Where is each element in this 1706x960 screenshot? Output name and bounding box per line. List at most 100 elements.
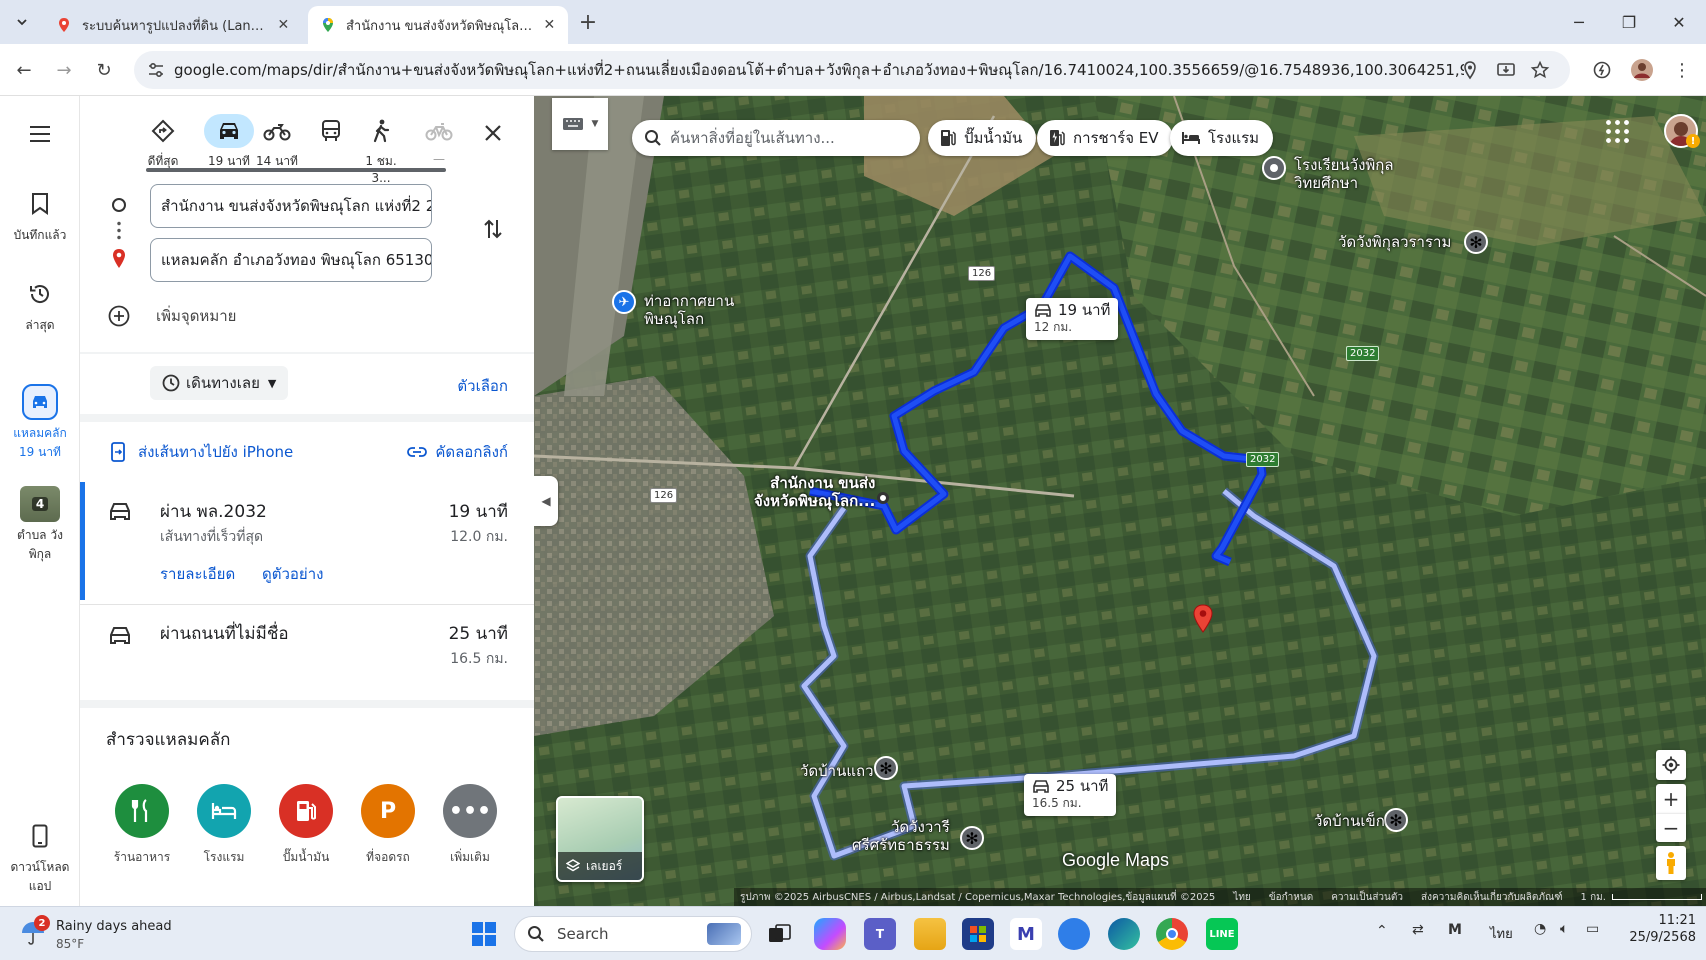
label-office[interactable]: สำนักงาน ขนส่ง จังหวัดพิษณุโลก... [754,474,875,510]
label-airport[interactable]: ท่าอากาศยาน พิษณุโลก [644,292,734,328]
mail-app-icon[interactable]: M [1010,918,1042,950]
mode-best[interactable]: ดีที่สุด [138,114,188,171]
keyboard-button[interactable]: ▼ [552,98,608,150]
chip-gas[interactable]: ปั๊มน้ำมัน [928,120,1037,156]
airport-icon[interactable]: ✈ [612,290,636,314]
origin-marker[interactable] [877,492,889,504]
route-option-2[interactable]: ผ่านถนนที่ไม่มีชื่อ 25 นาที 16.5 กม. [80,606,534,706]
map-canvas[interactable]: ▼ ค้นหาสิ่งที่อยู่ในเส้นทาง... ปั๊มน้ำมั… [534,96,1706,906]
footer-link-feedback[interactable]: ส่งความคิดเห็นเกี่ยวกับผลิตภัณฑ์ [1421,890,1563,905]
explore-parking[interactable]: P ที่จอดรถ [353,784,423,867]
send-to-phone-button[interactable]: ส่งเส้นทางไปยัง iPhone [110,440,293,464]
explore-gas[interactable]: ปั๊มน้ำมัน [271,784,341,867]
rail-place-wangpikun[interactable]: 4 ตำบล วังพิกุล [0,486,80,564]
language-indicator[interactable]: ไทย [1490,923,1513,944]
taskbar-search[interactable]: Search [514,916,752,952]
copy-link-button[interactable]: คัดลอกลิงก์ [407,440,508,464]
temple-icon[interactable]: ✻ [960,826,984,850]
depart-time-button[interactable]: เดินทางเลย ▼ [150,366,289,400]
collapse-panel-button[interactable]: ◀ [534,476,558,526]
clock[interactable]: 11:21 25/9/2568 [1610,913,1696,945]
temple-icon[interactable]: ✻ [1384,808,1408,832]
install-app-icon[interactable] [1496,60,1516,80]
start-button[interactable] [468,918,500,950]
route-callout-slow[interactable]: 25 นาที 16.5 กม. [1024,774,1117,816]
close-directions-button[interactable] [478,118,508,148]
label-school[interactable]: โรงเรียนวังพิกุล วิทยศึกษา [1294,156,1394,192]
weather-widget[interactable]: 2 Rainy days ahead 85°F [20,915,220,955]
rail-saved[interactable]: บันทึกแล้ว [0,186,80,245]
school-pin-icon[interactable] [1262,156,1286,180]
chip-ev[interactable]: การชาร์จ EV [1037,120,1173,156]
copilot-icon[interactable] [814,918,846,950]
destination-input[interactable]: แหลมคลัก อำเภอวังทอง พิษณุโลก 65130 [150,238,432,282]
chrome-icon[interactable] [1156,918,1188,950]
task-view-icon[interactable] [764,918,796,950]
location-icon[interactable] [1460,60,1480,80]
extensions-icon[interactable] [1588,56,1616,84]
tab-google-maps[interactable]: สำนักงาน ขนส่งจังหวัดพิษณุโลก แห่งที่2 ✕ [308,6,568,44]
zoom-out-button[interactable]: − [1656,814,1686,842]
explore-restaurants[interactable]: ร้านอาหาร [107,784,177,867]
edge-icon[interactable] [1108,918,1140,950]
close-window-button[interactable]: ✕ [1656,8,1702,36]
label-wat-baan-khek[interactable]: วัดบ้านเข็ก [1314,812,1385,830]
options-button[interactable]: ตัวเลือก [457,374,508,398]
mode-motorcycle[interactable]: 14 นาที [252,114,302,171]
destination-pin-icon[interactable] [1192,604,1214,634]
route-callout-fast[interactable]: 19 นาที 12 กม. [1026,298,1119,340]
temple-icon[interactable]: ✻ [874,756,898,780]
minimize-button[interactable]: ─ [1556,8,1602,36]
add-destination-row[interactable]: เพิ่มจุดหมาย [108,302,236,330]
menu-button[interactable] [0,116,80,156]
battery-icon[interactable]: ▭ [1586,921,1599,937]
rail-current-route[interactable]: แหลมคลัก 19 นาที [0,384,80,462]
mode-scrollbar[interactable] [146,168,446,172]
chip-hotel[interactable]: โรงแรม [1170,120,1274,156]
explore-hotels[interactable]: โรงแรม [189,784,259,867]
footer-link-lang[interactable]: ไทย [1233,890,1250,905]
my-location-button[interactable] [1656,750,1686,780]
label-wat-wangwari[interactable]: วัดวังวารี ศรีศรัทธาธรรม [852,818,950,854]
street-view-pegman[interactable] [1656,846,1686,880]
footer-link-terms[interactable]: ข้อกำหนด [1269,890,1313,905]
label-wat-wangpikun[interactable]: วัดวังพิกุลวราราม [1338,233,1451,251]
wifi-icon[interactable]: ◔ [1534,921,1546,937]
file-explorer-icon[interactable] [914,918,946,950]
mode-bike[interactable]: — [414,114,464,166]
tab-landsmaps[interactable]: ระบบค้นหารูปแปลงที่ดิน (LandsMaps) ✕ [44,6,302,44]
tab-list-button[interactable] [8,8,36,36]
search-along-route-input[interactable]: ค้นหาสิ่งที่อยู่ในเส้นทาง... [632,120,920,156]
teams-icon[interactable]: T [864,918,896,950]
url-field[interactable]: google.com/maps/dir/สำนักงาน+ขนส่งจังหวั… [134,51,1570,89]
layers-button[interactable]: เลเยอร์ [556,796,644,882]
route-1-details-link[interactable]: รายละเอียด [160,562,235,586]
temple-icon[interactable]: ✻ [1464,230,1488,254]
bookmark-star-icon[interactable] [1530,60,1550,80]
mode-car[interactable]: 19 นาที [204,114,254,171]
label-wat-baan-thaew[interactable]: วัดบ้านแถว [800,762,874,780]
zoom-in-button[interactable]: + [1656,784,1686,814]
route-option-1[interactable]: ผ่าน พล.2032 เส้นทางที่เร็วที่สุด 19 นาท… [80,482,534,600]
messenger-icon[interactable] [1058,918,1090,950]
origin-input[interactable]: สำนักงาน ขนส่งจังหวัดพิษณุโลก แห่งที่2 2… [150,184,432,228]
chrome-menu-icon[interactable]: ⋮ [1668,56,1696,84]
rail-download-app[interactable]: ดาวน์โหลดแอป [0,818,80,896]
explore-more[interactable]: ••• เพิ่มเติม [435,784,505,867]
swap-button[interactable] [478,214,508,244]
apps-grid-button[interactable] [1604,118,1632,146]
forward-button[interactable]: → [50,56,78,84]
tray-mail-icon[interactable]: M [1448,922,1462,938]
tab-close-button[interactable]: ✕ [277,17,290,33]
reload-button[interactable]: ↻ [90,56,118,84]
volume-icon[interactable]: 🔈︎ [1560,921,1568,937]
tab-close-button[interactable]: ✕ [543,17,556,33]
store-icon[interactable] [962,918,994,950]
route-1-preview-link[interactable]: ดูตัวอย่าง [262,562,323,586]
scale-label[interactable]: 1 กม. [1581,890,1606,905]
back-button[interactable]: ← [10,56,38,84]
new-tab-button[interactable]: + [574,8,602,36]
mode-walk[interactable]: 1 ชม. 3... [356,114,406,185]
site-settings-icon[interactable] [146,60,166,80]
line-icon[interactable]: LINE [1206,918,1238,950]
